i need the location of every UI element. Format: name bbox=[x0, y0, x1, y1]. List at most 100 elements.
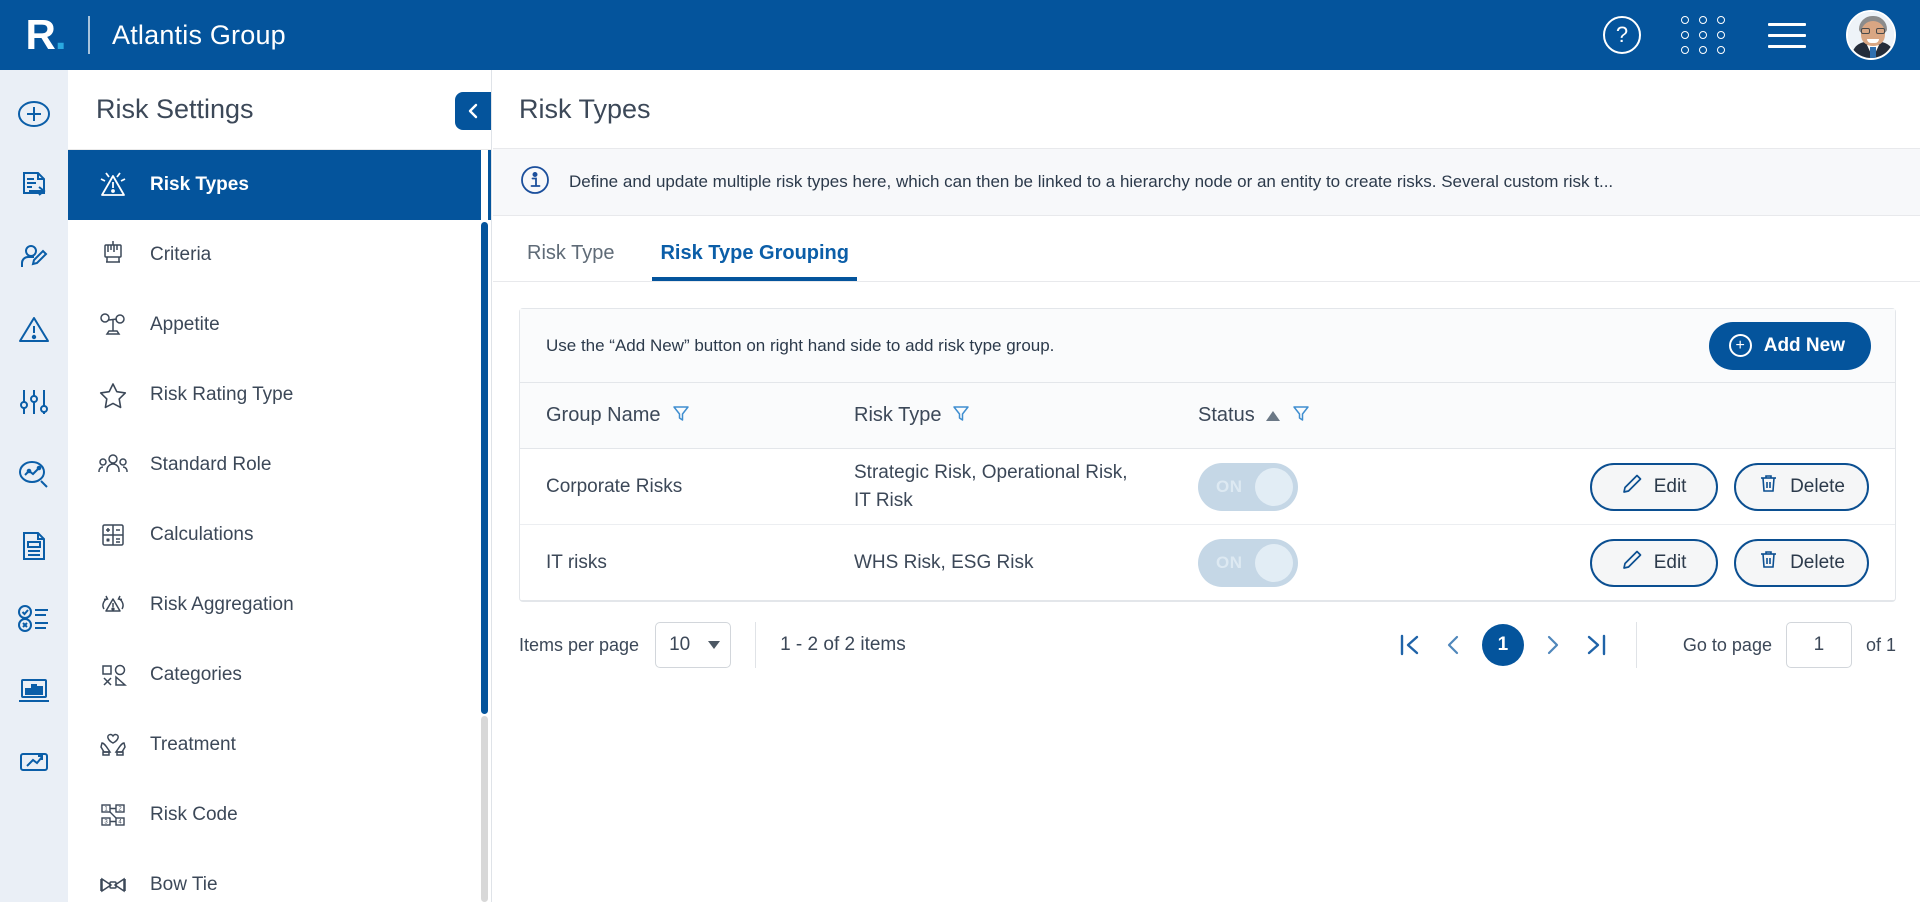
filter-icon[interactable] bbox=[951, 403, 971, 429]
sidebar-scrollbar-rest[interactable] bbox=[481, 716, 488, 902]
sidebar-item-label: Standard Role bbox=[150, 454, 272, 475]
sidebar-item-label: Categories bbox=[150, 664, 242, 685]
add-icon[interactable] bbox=[14, 96, 54, 132]
user-edit-icon[interactable] bbox=[14, 240, 54, 276]
tab-bar: Risk Type Risk Type Grouping bbox=[493, 216, 1920, 282]
document-icon[interactable] bbox=[14, 528, 54, 564]
delete-button[interactable]: Delete bbox=[1734, 538, 1869, 587]
dashboard-chart-icon[interactable] bbox=[14, 672, 54, 708]
document-transfer-icon[interactable] bbox=[14, 168, 54, 204]
last-page-icon[interactable] bbox=[1582, 629, 1612, 661]
help-button[interactable]: ? bbox=[1603, 16, 1641, 54]
sidebar-scrollbar-thumb[interactable] bbox=[481, 222, 488, 714]
sort-ascending-icon[interactable] bbox=[1265, 410, 1280, 421]
header-divider bbox=[88, 16, 90, 54]
app-root: R. Atlantis Group ? Risk Settings Risk T… bbox=[0, 0, 1920, 902]
item-range-text: 1 - 2 of 2 items bbox=[780, 634, 906, 655]
sidebar-item-risk-code[interactable]: 1 2 3 4 Risk Code bbox=[68, 780, 491, 850]
sidebar-item-label: Calculations bbox=[150, 524, 254, 545]
page-title: Risk Types bbox=[519, 93, 651, 124]
info-banner: Define and update multiple risk types he… bbox=[493, 148, 1920, 216]
sidebar-item-risk-types[interactable]: Risk Types bbox=[68, 150, 491, 220]
status-toggle-knob bbox=[1255, 543, 1293, 582]
top-header-bar: R. Atlantis Group ? bbox=[0, 0, 1920, 70]
column-header-group-name[interactable]: Group Name bbox=[520, 403, 854, 429]
items-per-page-value: 10 bbox=[669, 634, 691, 655]
sidebar-item-treatment[interactable]: Treatment bbox=[68, 710, 491, 780]
prev-page-icon[interactable] bbox=[1438, 629, 1468, 661]
logo-dot: . bbox=[54, 11, 67, 58]
menu-button[interactable] bbox=[1768, 22, 1806, 48]
avatar bbox=[1846, 10, 1896, 60]
analytics-search-icon[interactable] bbox=[14, 456, 54, 492]
apps-button[interactable] bbox=[1681, 16, 1728, 54]
cell-actions: Edit Delete bbox=[1458, 538, 1895, 587]
status-toggle-label: ON bbox=[1216, 476, 1243, 496]
sliders-icon[interactable] bbox=[14, 384, 54, 420]
sidebar-item-label: Risk Code bbox=[150, 804, 238, 825]
edit-button[interactable]: Edit bbox=[1590, 462, 1719, 511]
cell-group-name: Corporate Risks bbox=[546, 475, 683, 497]
info-icon bbox=[519, 164, 551, 201]
card-toolbar: Use the “Add New” button on right hand s… bbox=[520, 309, 1895, 383]
column-label: Group Name bbox=[546, 404, 661, 426]
risk-type-grouping-card: Use the “Add New” button on right hand s… bbox=[519, 308, 1896, 602]
sidebar-item-label: Risk Rating Type bbox=[150, 384, 294, 405]
next-page-icon[interactable] bbox=[1538, 629, 1568, 661]
app-logo[interactable]: R. bbox=[12, 14, 80, 56]
sidebar-item-categories[interactable]: Categories bbox=[68, 640, 491, 710]
sidebar-item-calculations[interactable]: Calculations bbox=[68, 500, 491, 570]
pager-divider bbox=[755, 622, 757, 668]
checklist-icon[interactable] bbox=[14, 600, 54, 636]
sidebar-collapse-button[interactable] bbox=[455, 92, 491, 130]
add-new-button[interactable]: + Add New bbox=[1708, 321, 1871, 370]
column-header-status[interactable]: Status bbox=[1198, 403, 1458, 429]
table-row: IT risks WHS Risk, ESG Risk ON Edit Dele… bbox=[520, 525, 1895, 601]
column-header-risk-type[interactable]: Risk Type bbox=[854, 403, 1198, 429]
sidebar-item-label: Risk Aggregation bbox=[150, 594, 294, 615]
main-content: Risk Types Define and update multiple ri… bbox=[493, 70, 1920, 902]
sidebar-item-criteria[interactable]: Criteria bbox=[68, 220, 491, 290]
organization-name: Atlantis Group bbox=[112, 19, 286, 50]
status-toggle[interactable]: ON bbox=[1198, 538, 1298, 587]
items-per-page-select[interactable]: 10 bbox=[655, 622, 732, 668]
first-page-icon[interactable] bbox=[1394, 629, 1424, 661]
sidebar-item-appetite[interactable]: Appetite bbox=[68, 290, 491, 360]
scale-balance-icon bbox=[96, 309, 130, 341]
risk-aggregation-icon bbox=[96, 589, 130, 621]
chevron-left-icon bbox=[468, 103, 478, 119]
pager-divider bbox=[1635, 622, 1637, 668]
sidebar-item-standard-role[interactable]: Standard Role bbox=[68, 430, 491, 500]
delete-button[interactable]: Delete bbox=[1734, 462, 1869, 511]
warning-triangle-icon[interactable] bbox=[14, 312, 54, 348]
star-icon bbox=[96, 379, 130, 411]
go-to-page-group: Go to page of 1 bbox=[1683, 622, 1896, 668]
sidebar-item-label: Bow Tie bbox=[150, 874, 218, 895]
tab-risk-type-grouping[interactable]: Risk Type Grouping bbox=[652, 242, 857, 281]
sidebar-item-risk-rating-type[interactable]: Risk Rating Type bbox=[68, 360, 491, 430]
status-toggle-label: ON bbox=[1216, 552, 1243, 572]
delete-label: Delete bbox=[1790, 475, 1845, 497]
current-page-button[interactable]: 1 bbox=[1481, 624, 1524, 666]
items-per-page-label: Items per page bbox=[519, 634, 640, 655]
filter-icon[interactable] bbox=[671, 403, 691, 429]
sidebar-item-bow-tie[interactable]: Bow Tie bbox=[68, 850, 491, 902]
profile-button[interactable] bbox=[1846, 10, 1896, 60]
filter-icon[interactable] bbox=[1291, 403, 1311, 429]
plus-circle-icon: + bbox=[1728, 334, 1752, 357]
cell-risk-type: WHS Risk, ESG Risk bbox=[854, 551, 1034, 573]
sidebar-item-risk-aggregation[interactable]: Risk Aggregation bbox=[68, 570, 491, 640]
trend-up-icon[interactable] bbox=[14, 744, 54, 780]
delete-label: Delete bbox=[1790, 551, 1845, 573]
status-toggle[interactable]: ON bbox=[1198, 462, 1298, 511]
sidebar-item-label: Risk Types bbox=[150, 174, 249, 195]
risk-code-icon: 1 2 3 4 bbox=[96, 799, 130, 831]
bow-tie-icon bbox=[96, 869, 130, 901]
tab-risk-type[interactable]: Risk Type bbox=[519, 242, 622, 281]
risk-settings-sidebar: Risk Settings Risk Types Criteria Appeti… bbox=[68, 70, 492, 902]
people-group-icon bbox=[96, 449, 130, 481]
edit-button[interactable]: Edit bbox=[1590, 538, 1719, 587]
go-to-page-input[interactable] bbox=[1785, 622, 1852, 668]
apps-grid-icon bbox=[1681, 16, 1728, 54]
sidebar-item-label: Treatment bbox=[150, 734, 236, 755]
